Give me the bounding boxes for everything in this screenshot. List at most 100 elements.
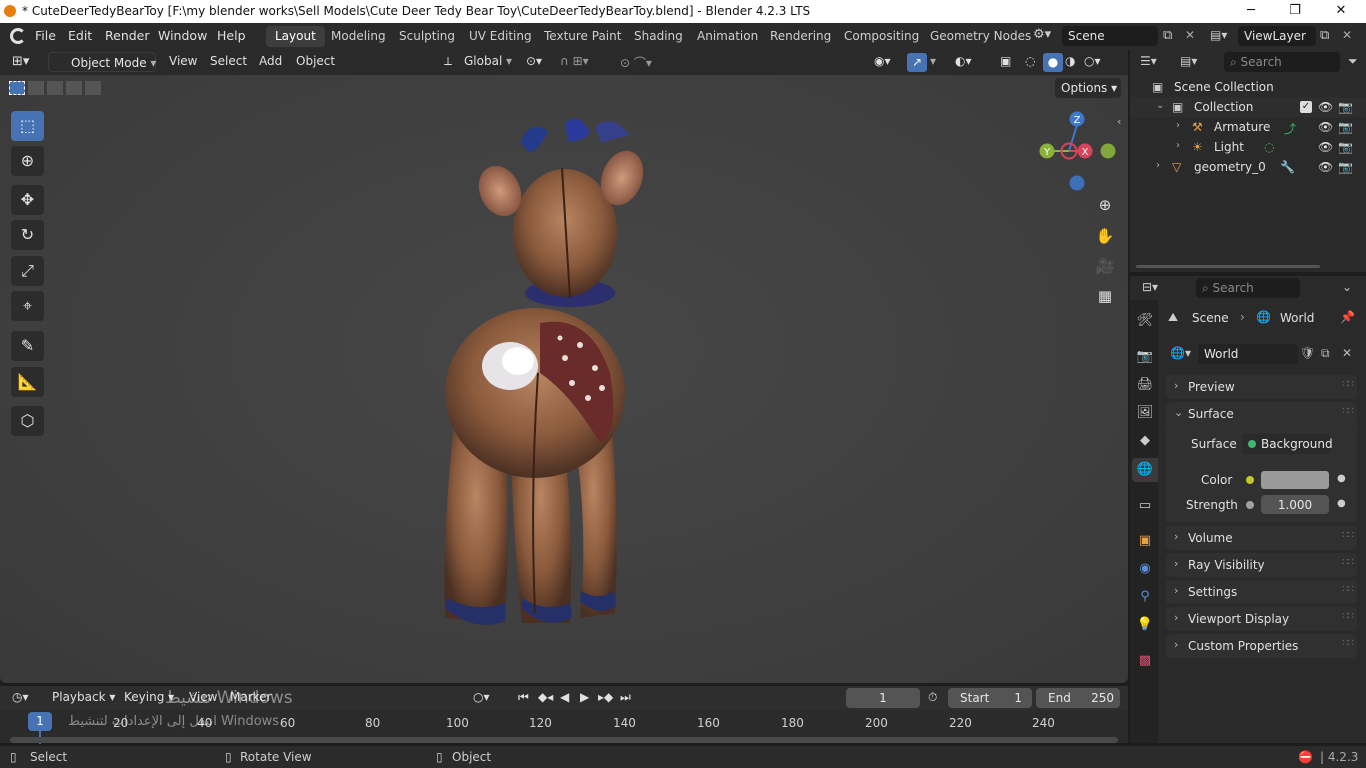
tab-shading[interactable]: Shading (625, 26, 692, 47)
play-icon[interactable]: ▶ (580, 690, 589, 704)
unlink-world-icon[interactable]: ✕ (1342, 346, 1352, 360)
outliner-row-scene-collection[interactable]: ▣ Scene Collection (1130, 77, 1366, 97)
strength-field[interactable]: 1.000 (1261, 495, 1329, 514)
measure-tool-icon[interactable]: 📐 (11, 367, 44, 397)
select-box-tool-icon[interactable]: ⬚ (11, 111, 44, 141)
new-scene-icon[interactable]: ⧉ (1163, 28, 1172, 43)
drag-grip-icon[interactable]: ∷∷ (1342, 584, 1354, 595)
strength-socket-icon[interactable] (1246, 501, 1254, 509)
annotate-tool-icon[interactable]: ✎ (11, 331, 44, 361)
tab-compositing[interactable]: Compositing (835, 26, 928, 47)
animate-strength-dot-icon[interactable]: ● (1337, 498, 1346, 509)
expand-chevron-icon[interactable]: › (1156, 160, 1160, 171)
transform-orientation-icon[interactable]: ⟂ (444, 54, 452, 69)
outliner-row-geometry[interactable]: › ▽ geometry_0 🔧 👁 📷 (1130, 157, 1366, 177)
tab-sculpting[interactable]: Sculpting (390, 26, 464, 47)
menu-window[interactable]: Window (158, 28, 207, 43)
proportional-edit-icon[interactable]: ⊙ ⌒▾ (620, 54, 652, 71)
scene-tab-icon[interactable]: ◆ (1136, 432, 1154, 450)
play-reverse-icon[interactable]: ◀ (560, 690, 569, 704)
panel-ray-visibility[interactable]: › Ray Visibility ∷∷ (1166, 553, 1357, 577)
solid-shading-icon[interactable]: ● (1043, 53, 1063, 72)
navigation-gizmo[interactable]: Z Y X (1030, 108, 1120, 193)
playback-menu[interactable]: Playback ▾ (52, 690, 115, 704)
visibility-eye-icon[interactable]: 👁 (1318, 120, 1333, 134)
perspective-grid-icon[interactable]: ▦ (1093, 284, 1117, 308)
current-frame-field[interactable]: 1 (846, 688, 920, 708)
menu-view[interactable]: View (169, 54, 197, 68)
jump-start-icon[interactable]: ⏮ (518, 690, 529, 705)
panel-surface[interactable]: ⌄ Surface ∷∷ (1166, 402, 1357, 426)
tab-layout[interactable]: Layout (266, 26, 325, 47)
fake-user-shield-icon[interactable]: 🛡 (1300, 346, 1315, 360)
material-shading-icon[interactable]: ◑ (1065, 54, 1075, 68)
tab-rendering[interactable]: Rendering (761, 26, 840, 47)
options-dropdown[interactable]: Options ▾ (1055, 78, 1121, 98)
jump-keyframe-forward-icon[interactable]: ▸◆ (598, 690, 613, 704)
render-camera-icon[interactable]: 📷 (1338, 160, 1353, 174)
world-browse-icon[interactable]: 🌐▾ (1170, 346, 1191, 360)
texture-tab-icon[interactable]: ▩ (1136, 652, 1154, 670)
tab-geometry-nodes[interactable]: Geometry Nodes (921, 26, 1040, 47)
panel-volume[interactable]: › Volume ∷∷ (1166, 526, 1357, 550)
close-button[interactable]: ✕ (1318, 2, 1364, 22)
expand-chevron-icon[interactable]: › (1176, 120, 1180, 131)
collection-tab-icon[interactable]: ▭ (1136, 497, 1154, 515)
scene-selector-icon[interactable]: ⚙▾ (1033, 27, 1059, 47)
scale-tool-icon[interactable]: ⤢ (11, 256, 44, 286)
timeline-editor-icon[interactable]: ◷▾ (12, 690, 29, 704)
panel-settings[interactable]: › Settings ∷∷ (1166, 580, 1357, 604)
visibility-eye-icon[interactable]: 👁 (1318, 160, 1333, 174)
drag-grip-icon[interactable]: ∷∷ (1342, 638, 1354, 649)
tab-uv-editing[interactable]: UV Editing (460, 26, 541, 47)
breadcrumb-scene[interactable]: Scene (1192, 311, 1229, 325)
visibility-eye-icon[interactable]: 👁 (1318, 100, 1333, 114)
deer-model-render[interactable] (430, 113, 670, 633)
select-mode-icons[interactable] (9, 81, 101, 98)
visibility-icon[interactable]: ◉▾ (874, 54, 891, 68)
properties-search-input[interactable]: ⌕ Search (1196, 278, 1300, 298)
render-camera-icon[interactable]: 📷 (1338, 140, 1353, 154)
output-tab-icon[interactable]: 🖨 (1136, 376, 1154, 394)
xray-icon[interactable]: ▣ (1000, 54, 1011, 68)
collection-checkbox[interactable]: ✓ (1300, 101, 1312, 113)
zoom-icon[interactable]: ⊕ (1093, 193, 1117, 217)
panel-custom-properties[interactable]: › Custom Properties ∷∷ (1166, 634, 1357, 658)
camera-view-icon[interactable]: 🎥 (1093, 254, 1117, 278)
end-frame-field[interactable]: End 250 (1036, 688, 1120, 708)
menu-add[interactable]: Add (259, 54, 282, 68)
visibility-eye-icon[interactable]: 👁 (1318, 140, 1333, 154)
filter-icon[interactable]: ⏷ (1348, 54, 1358, 69)
duplicate-world-icon[interactable]: ⧉ (1321, 346, 1330, 361)
new-view-layer-icon[interactable]: ⧉ (1320, 28, 1329, 43)
drag-grip-icon[interactable]: ∷∷ (1342, 379, 1354, 390)
panel-viewport-display[interactable]: › Viewport Display ∷∷ (1166, 607, 1357, 631)
view-layer-tab-icon[interactable]: 🖼 (1136, 404, 1154, 422)
tool-tab-icon[interactable]: 🛠 (1136, 312, 1154, 330)
pin-icon[interactable]: 📌 (1340, 310, 1355, 324)
orientation-dropdown[interactable]: Global (464, 54, 502, 68)
surface-shader-field[interactable]: Background (1242, 434, 1333, 454)
start-frame-field[interactable]: Start 1 (948, 688, 1032, 708)
constraints-tab-icon[interactable]: ⚲ (1136, 588, 1154, 606)
editor-type-icon[interactable]: ⊞▾ (12, 54, 29, 69)
tab-modeling[interactable]: Modeling (322, 26, 395, 47)
outliner-scrollbar[interactable] (1136, 265, 1320, 268)
properties-options-chevron-icon[interactable]: ⌄ (1342, 280, 1352, 294)
menu-select[interactable]: Select (210, 54, 247, 68)
rendered-shading-icon[interactable]: ○▾ (1084, 54, 1101, 68)
cursor-tool-icon[interactable]: ⊕ (11, 146, 44, 176)
color-socket-icon[interactable] (1246, 476, 1254, 484)
minimize-button[interactable]: ─ (1228, 2, 1274, 22)
add-cube-tool-icon[interactable]: ⬡ (11, 406, 44, 436)
outliner-search-input[interactable]: ⌕ Search (1224, 52, 1340, 72)
maximize-button[interactable]: ❐ (1272, 2, 1318, 22)
pan-hand-icon[interactable]: ✋ (1093, 224, 1117, 248)
object-tab-icon[interactable]: ▣ (1136, 532, 1154, 550)
tab-texture-paint[interactable]: Texture Paint (535, 26, 630, 47)
drag-grip-icon[interactable]: ∷∷ (1342, 530, 1354, 541)
render-camera-icon[interactable]: 📷 (1338, 100, 1353, 114)
world-name-field[interactable]: World (1198, 344, 1298, 364)
drag-grip-icon[interactable]: ∷∷ (1342, 406, 1354, 417)
snap-icon[interactable]: ∩ ⊞▾ (560, 54, 589, 68)
